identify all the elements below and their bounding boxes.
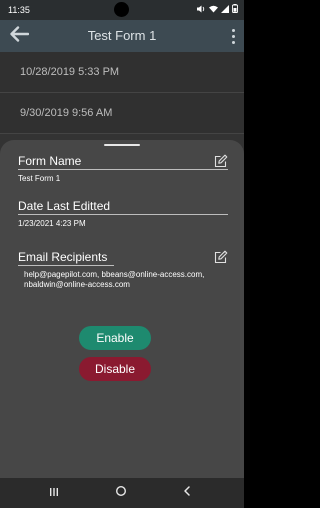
form-name-field: Form Name Test Form 1 [18, 154, 228, 184]
home-button[interactable] [111, 484, 131, 502]
nav-back-icon [182, 484, 192, 502]
status-bar: 11:35 [0, 0, 244, 20]
edit-icon [214, 154, 228, 172]
edit-icon [214, 250, 228, 268]
nav-back-button[interactable] [177, 484, 197, 502]
disable-button[interactable]: Disable [79, 357, 151, 381]
volume-icon [197, 5, 206, 13]
battery-icon [232, 4, 238, 13]
home-icon [115, 484, 127, 502]
wifi-icon [209, 5, 218, 13]
list-item[interactable]: 10/28/2019 5:33 PM [0, 52, 244, 93]
more-vertical-icon [231, 28, 235, 32]
email-recipients-field: Email Recipients help@pagepilot.com, bbe… [18, 250, 230, 290]
edit-email-recipients-button[interactable] [214, 250, 228, 264]
recents-button[interactable] [44, 484, 64, 502]
divider [18, 169, 228, 170]
status-icons [197, 4, 238, 13]
recents-icon [48, 484, 60, 502]
camera-cutout [114, 2, 129, 17]
drag-handle[interactable] [104, 144, 140, 146]
divider [18, 214, 228, 215]
enable-button[interactable]: Enable [79, 326, 151, 350]
app-bar: Test Form 1 [0, 20, 244, 52]
more-menu-button[interactable] [226, 25, 240, 47]
email-recipients-label: Email Recipients [18, 250, 108, 264]
form-name-value: Test Form 1 [18, 174, 61, 183]
divider [18, 265, 114, 266]
date-last-edited-label: Date Last Editted [18, 199, 111, 213]
bottom-sheet: Form Name Test Form 1 Date Last Editted … [0, 140, 244, 478]
screen: 11:35 Test Form 1 10/28/2019 5:33 PM 9/3… [0, 0, 244, 508]
system-nav-bar [0, 478, 244, 508]
edit-form-name-button[interactable] [214, 154, 228, 168]
more-vertical-icon-dot [231, 34, 235, 38]
email-recipients-value: help@pagepilot.com, bbeans@online-access… [24, 270, 205, 289]
date-last-edited-field: Date Last Editted 1/23/2021 4:23 PM [18, 199, 228, 229]
date-last-edited-value: 1/23/2021 4:23 PM [18, 219, 86, 228]
signal-icon [221, 4, 229, 13]
submission-list: 10/28/2019 5:33 PM 9/30/2019 9:56 AM [0, 52, 244, 134]
form-name-label: Form Name [18, 154, 82, 168]
page-title: Test Form 1 [87, 28, 157, 43]
status-time: 11:35 [8, 5, 30, 15]
more-vertical-icon-dot [231, 40, 235, 44]
list-item[interactable]: 9/30/2019 9:56 AM [0, 93, 244, 134]
